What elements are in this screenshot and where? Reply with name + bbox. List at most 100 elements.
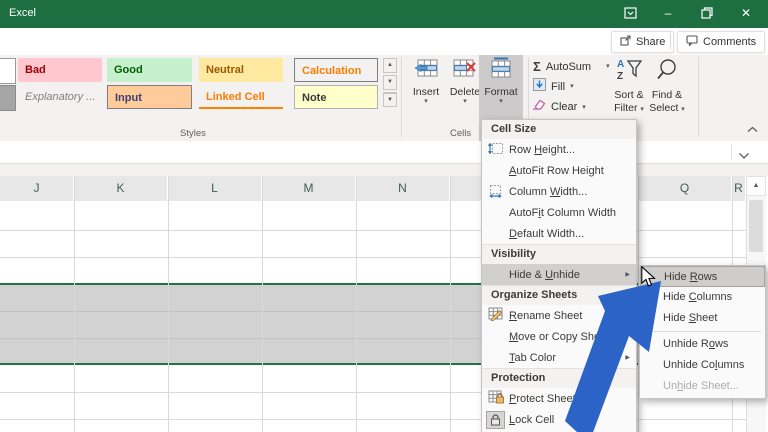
insert-button[interactable]: Insert ▾ — [407, 57, 445, 137]
column-header-m[interactable]: M — [262, 176, 356, 201]
submenu-arrow-icon: ▶ — [625, 354, 630, 361]
autosum-sigma-icon: Σ — [533, 59, 541, 74]
submenu-item-hide-columns[interactable]: Hide Columns — [640, 287, 765, 308]
group-divider — [698, 57, 699, 137]
format-menu: Cell Size Row Height... AutoFit Row Heig… — [481, 119, 637, 432]
insert-cells-icon — [414, 65, 438, 82]
fill-button[interactable]: Fill ▾ — [533, 79, 574, 94]
comments-button[interactable]: Comments — [677, 31, 765, 53]
find-select-label-1: Find & — [652, 89, 682, 101]
column-header-j[interactable]: J — [0, 176, 74, 201]
menu-item-tab-color[interactable]: Tab Color ▶ — [482, 347, 636, 368]
menu-section-cell-size: Cell Size — [482, 120, 636, 139]
gallery-more-button[interactable]: ▼ — [383, 92, 397, 107]
clear-label: Clear — [551, 101, 577, 113]
scrollbar-thumb[interactable] — [749, 200, 763, 252]
row-height-icon — [482, 141, 509, 159]
ribbon-display-options-icon[interactable] — [620, 7, 640, 23]
submenu-item-hide-sheet[interactable]: Hide Sheet — [640, 308, 765, 329]
menu-item-hide-unhide[interactable]: Hide & Unhide ▶ — [482, 264, 636, 285]
menu-item-row-height[interactable]: Row Height... — [482, 139, 636, 160]
column-header-l[interactable]: L — [168, 176, 262, 201]
style-good[interactable]: Good — [107, 58, 192, 82]
menu-item-autofit-row-height[interactable]: AutoFit Row Height — [482, 160, 636, 181]
scroll-up-icon: ▲ — [753, 182, 760, 189]
share-label: Share — [636, 36, 665, 48]
style-input[interactable]: Input — [107, 85, 192, 109]
column-header-q[interactable]: Q — [638, 176, 732, 201]
clear-eraser-icon — [531, 98, 546, 116]
formula-bar-divider — [731, 145, 732, 159]
gallery-scroll-down-button[interactable]: ▼ — [383, 75, 397, 90]
submenu-item-unhide-columns[interactable]: Unhide Columns — [640, 355, 765, 376]
sort-filter-label-2: Filter — [614, 102, 637, 114]
window-title: Excel — [9, 7, 36, 19]
submenu-item-unhide-rows[interactable]: Unhide Rows — [640, 334, 765, 355]
style-swatch-partial-gray[interactable] — [0, 85, 16, 111]
menu-item-default-width[interactable]: Default Width... — [482, 223, 636, 244]
close-button[interactable]: ✕ — [736, 6, 756, 22]
format-caret-icon: ▾ — [482, 98, 520, 105]
insert-caret-icon: ▾ — [407, 98, 445, 105]
menu-section-protection: Protection — [482, 368, 636, 388]
menu-item-column-width[interactable]: Column Width... — [482, 181, 636, 202]
styles-group-label: Styles — [180, 128, 206, 139]
menu-item-move-copy-sheet[interactable]: Move or Copy Sheet... — [482, 326, 636, 347]
share-button[interactable]: Share — [611, 31, 674, 53]
gallery-scroll-up-button[interactable]: ▲ — [383, 58, 397, 73]
sort-filter-caret-icon: ▾ — [640, 106, 644, 113]
hide-unhide-submenu: Hide Rows Hide Columns Hide Sheet Unhide… — [639, 265, 766, 399]
formula-bar[interactable] — [0, 141, 768, 164]
fill-icon — [533, 78, 546, 96]
fill-caret-icon: ▾ — [570, 83, 574, 90]
submenu-arrow-icon: ▶ — [625, 271, 630, 278]
style-bad[interactable]: Bad — [18, 58, 102, 82]
style-note[interactable]: Note — [294, 85, 378, 109]
ribbon-grid-gap — [0, 164, 768, 176]
collapse-ribbon-icon[interactable] — [747, 120, 758, 138]
title-bar: Excel – ✕ — [0, 0, 768, 28]
ribbon-top-strip: Share Comments — [0, 28, 768, 55]
find-select-icon — [648, 57, 686, 89]
quickbar-divider — [670, 33, 671, 49]
submenu-item-hide-rows[interactable]: Hide Rows — [640, 266, 765, 287]
minimize-button[interactable]: – — [658, 6, 678, 22]
menu-section-organize-sheets: Organize Sheets — [482, 285, 636, 305]
protect-sheet-icon — [482, 390, 509, 407]
svg-text:Z: Z — [617, 71, 623, 82]
style-swatch-partial-white[interactable] — [0, 58, 16, 84]
menu-item-rename-sheet[interactable]: Rename Sheet — [482, 305, 636, 326]
column-header-k[interactable]: K — [74, 176, 168, 201]
format-label: Format — [482, 86, 520, 98]
rename-sheet-icon — [482, 307, 509, 324]
menu-item-lock-cell[interactable]: Lock Cell — [482, 409, 636, 430]
submenu-item-unhide-sheet: Unhide Sheet... — [640, 376, 765, 397]
format-cells-icon — [489, 65, 513, 82]
down-triangle-icon: ▼ — [387, 79, 393, 85]
gridline — [168, 176, 169, 432]
up-triangle-icon: ▲ — [387, 62, 393, 68]
autosum-button[interactable]: Σ AutoSum ▾ — [533, 59, 610, 74]
comments-icon — [686, 35, 698, 49]
menu-item-protect-sheet[interactable]: Protect Sheet... — [482, 388, 636, 409]
style-neutral[interactable]: Neutral — [199, 58, 283, 82]
expand-formula-bar-icon[interactable] — [738, 147, 750, 165]
sort-filter-button[interactable]: A Z Sort & Filter ▾ — [610, 57, 648, 115]
style-linked-cell[interactable]: Linked Cell — [199, 85, 283, 109]
gridline — [74, 176, 75, 432]
fill-label: Fill — [551, 81, 565, 93]
scroll-up-button[interactable]: ▲ — [746, 176, 766, 196]
style-explanatory[interactable]: Explanatory ... — [18, 85, 104, 109]
column-header-r[interactable]: R — [732, 176, 746, 201]
restore-button[interactable] — [697, 7, 717, 23]
autosum-label: AutoSum — [546, 61, 591, 73]
clear-caret-icon: ▾ — [582, 104, 586, 111]
column-width-icon — [482, 183, 509, 201]
style-calculation[interactable]: Calculation — [294, 58, 378, 82]
column-header-n[interactable]: N — [356, 176, 450, 201]
ribbon: Bad Good Neutral Calculation Explanatory… — [0, 55, 768, 142]
gallery-more-icon: ▼ — [387, 97, 393, 103]
clear-button[interactable]: Clear ▾ — [531, 99, 586, 115]
menu-item-autofit-column-width[interactable]: AutoFit Column Width — [482, 202, 636, 223]
find-select-button[interactable]: Find & Select ▾ — [648, 57, 686, 115]
